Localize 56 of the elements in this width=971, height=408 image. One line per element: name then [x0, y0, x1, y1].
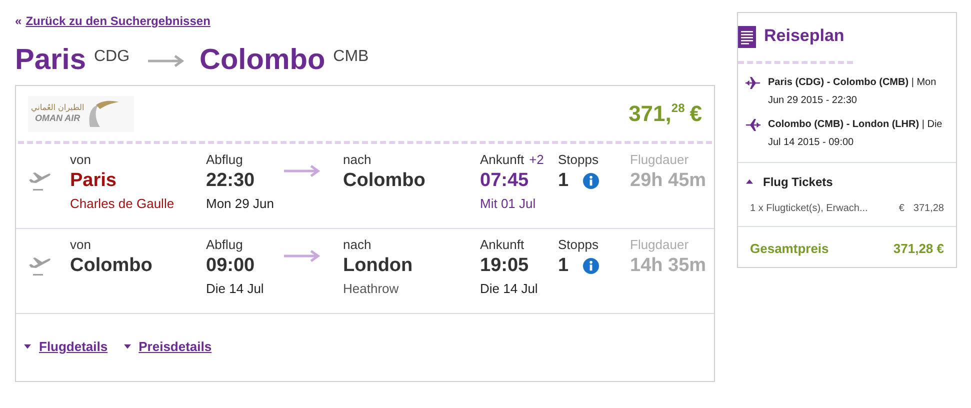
- total-price: 371,28 €: [893, 240, 944, 258]
- departure-label: Abflug: [206, 237, 244, 253]
- logo-arabic-text: الطيران العُماني: [31, 103, 84, 113]
- arrow-icon: [148, 55, 184, 67]
- ticket-amount: 371,28: [913, 202, 944, 216]
- from-city: Colombo: [70, 254, 154, 278]
- arrival-time: 07:45: [480, 169, 530, 193]
- duration: 14h 35m: [630, 254, 708, 278]
- arrival-label: Ankunft: [480, 152, 524, 168]
- details-link[interactable]: Preisdetails: [138, 337, 212, 356]
- destination-code: CMB: [333, 47, 369, 67]
- destination-city: Colombo: [200, 43, 326, 77]
- total-label: Gesamtpreis: [750, 240, 829, 258]
- to-label: nach: [343, 237, 372, 253]
- from-label: von: [70, 152, 92, 168]
- stops-label: Stopps: [558, 237, 600, 253]
- to-city: London: [343, 254, 414, 278]
- day-offset: +2: [529, 152, 544, 168]
- ticket-description: 1 x Flugticket(s), Erwach...: [750, 202, 869, 216]
- duration-label: Flugdauer: [630, 237, 690, 253]
- from-label: von: [70, 237, 92, 253]
- departure-time: 22:30: [206, 169, 256, 193]
- itinerary-title: Reiseplan: [764, 25, 844, 47]
- ticket-currency: €: [898, 202, 904, 216]
- arrow-icon: [284, 250, 320, 262]
- stops-count: 1: [558, 169, 569, 193]
- to-city: Colombo: [343, 169, 426, 193]
- from-city: Paris: [70, 169, 118, 193]
- flight-summary: Paris (CDG) - Colombo (CMB) | Mon Jun 29 2015 - 22:30: [768, 76, 938, 108]
- arrival-time: 19:05: [480, 254, 530, 278]
- stops-label: Stopps: [558, 152, 600, 168]
- logo-text: OMAN AIR: [35, 113, 80, 124]
- details-link[interactable]: Flugdetails: [39, 337, 108, 356]
- arrow-icon: [284, 165, 320, 177]
- duration-label: Flugdauer: [630, 152, 690, 168]
- arrival-date: Die 14 Jul: [480, 280, 539, 298]
- notepad-icon: [738, 24, 756, 48]
- back-link[interactable]: Zurück zu den Suchergebnissen: [26, 12, 210, 30]
- duration: 29h 45m: [630, 169, 708, 193]
- to-airport: Heathrow: [343, 280, 400, 298]
- departure-time: 09:00: [206, 254, 256, 278]
- origin-city: Paris: [15, 43, 86, 77]
- tickets-heading[interactable]: Flug Tickets: [763, 172, 833, 190]
- to-label: nach: [343, 152, 372, 168]
- departure-date: Mon 29 Jun: [206, 195, 275, 213]
- back-prefix: «: [15, 13, 22, 30]
- from-airport: Charles de Gaulle: [70, 195, 176, 213]
- info-icon[interactable]: [582, 258, 599, 274]
- stops-count: 1: [558, 254, 569, 278]
- arrival-date: Mit 01 Jul: [480, 195, 537, 213]
- origin-code: CDG: [94, 47, 130, 67]
- info-icon[interactable]: [582, 173, 599, 189]
- flight-summary: Colombo (CMB) - London (LHR) | Die Jul 14 2015 - 09:00: [768, 118, 944, 150]
- arrival-label: Ankunft: [480, 237, 524, 253]
- departure-label: Abflug: [206, 152, 244, 168]
- departure-date: Die 14 Jul: [206, 280, 265, 298]
